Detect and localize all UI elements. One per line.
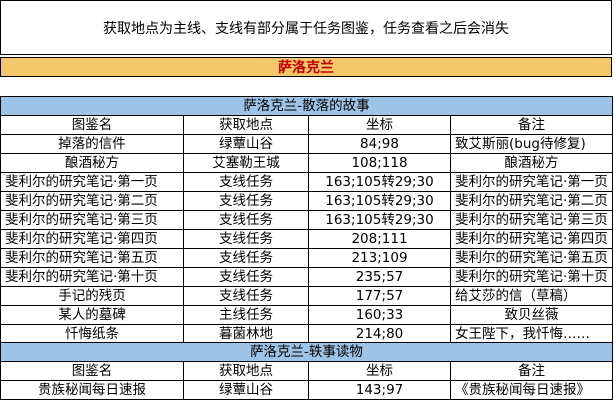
entry-name: 手记的残页	[0, 286, 184, 306]
entry-location: 支线任务	[183, 210, 309, 230]
note-header: 备注	[450, 115, 613, 135]
entry-coordinate: 163;105转29;30	[308, 191, 451, 211]
table-row: 斐利尔的研究笔记·第一页 支线任务 163;105转29;30 斐利尔的研究笔记·第一…	[0, 172, 613, 192]
scattered-stories-table: 萨洛克兰-散落的故事 图鉴名 获取地点 坐标 备注 掉落的信件 绿蕈山谷 84;98 致艾斯丽(…	[0, 96, 613, 344]
table-row: 斐利尔的研究笔记·第四页 支线任务 208;111 斐利尔的研究笔记·第四页	[0, 229, 613, 249]
anecdote-reading-title-row: 萨洛克兰-轶事读物	[0, 342, 613, 362]
entry-note: 女王陛下，我忏悔……	[450, 324, 613, 344]
entry-note: 斐利尔的研究笔记·第四页	[450, 229, 613, 249]
table-row: 酿酒秘方 艾塞勒王城 108;118 酿酒秘方	[0, 153, 613, 173]
entry-coordinate: 84;98	[308, 134, 451, 154]
entry-name: 酿酒秘方	[0, 153, 184, 173]
table-row: 贵族秘闻每日速报 绿蕈山谷 143;97 《贵族秘闻每日速报》	[0, 380, 613, 400]
table-row: 某人的墓碑 主线任务 160;33 致贝丝薇	[0, 305, 613, 325]
entry-coordinate: 235;57	[308, 267, 451, 287]
name-header: 图鉴名	[0, 361, 184, 381]
table-row: 斐利尔的研究笔记·第三页 支线任务 163;105转29;30 斐利尔的研究笔记·第三…	[0, 210, 613, 230]
table-row: 忏悔纸条 暮菌林地 214;80 女王陛下，我忏悔……	[0, 324, 613, 344]
entry-note: 致艾斯丽(bug待修复)	[450, 134, 613, 154]
entry-coordinate: 214;80	[308, 324, 451, 344]
entry-note: 斐利尔的研究笔记·第一页	[450, 172, 613, 192]
region-title: 萨洛克兰	[0, 57, 612, 77]
table-row: 斐利尔的研究笔记·第十页 支线任务 235;57 斐利尔的研究笔记·第十页	[0, 267, 613, 287]
scattered-stories-title-row: 萨洛克兰-散落的故事	[0, 96, 613, 116]
entry-coordinate: 143;97	[308, 380, 451, 400]
entry-location: 支线任务	[183, 286, 309, 306]
table-row: 手记的残页 支线任务 177;57 给艾莎的信（草稿）	[0, 286, 613, 306]
entry-note: 斐利尔的研究笔记·第三页	[450, 210, 613, 230]
entry-coordinate: 163;105转29;30	[308, 172, 451, 192]
table-row: 斐利尔的研究笔记·第二页 支线任务 163;105转29;30 斐利尔的研究笔记·第二…	[0, 191, 613, 211]
entry-note: 斐利尔的研究笔记·第十页	[450, 267, 613, 287]
entry-name: 忏悔纸条	[0, 324, 184, 344]
note-header: 备注	[450, 361, 613, 381]
entry-note: 酿酒秘方	[450, 153, 613, 173]
entry-note: 《贵族秘闻每日速报》	[450, 380, 613, 400]
entry-coordinate: 108;118	[308, 153, 451, 173]
entry-note: 斐利尔的研究笔记·第五页	[450, 248, 613, 268]
column-header-row: 图鉴名 获取地点 坐标 备注	[0, 115, 613, 135]
entry-location: 艾塞勒王城	[183, 153, 309, 173]
info-note: 获取地点为主线、支线有部分属于任务图鉴，任务查看之后会消失	[0, 0, 612, 55]
entry-coordinate: 177;57	[308, 286, 451, 306]
entry-location: 绿蕈山谷	[183, 380, 309, 400]
entry-name: 斐利尔的研究笔记·第二页	[0, 191, 184, 211]
entry-coordinate: 213;109	[308, 248, 451, 268]
entry-name: 斐利尔的研究笔记·第十页	[0, 267, 184, 287]
entry-note: 给艾莎的信（草稿）	[450, 286, 613, 306]
entry-name: 斐利尔的研究笔记·第三页	[0, 210, 184, 230]
entry-location: 支线任务	[183, 229, 309, 249]
entry-name: 掉落的信件	[0, 134, 184, 154]
entry-note: 斐利尔的研究笔记·第二页	[450, 191, 613, 211]
table-row: 掉落的信件 绿蕈山谷 84;98 致艾斯丽(bug待修复)	[0, 134, 613, 154]
entry-coordinate: 208;111	[308, 229, 451, 249]
location-header: 获取地点	[183, 115, 309, 135]
section-title: 萨洛克兰-散落的故事	[0, 96, 613, 116]
entry-location: 暮菌林地	[183, 324, 309, 344]
entry-note: 致贝丝薇	[450, 305, 613, 325]
entry-location: 支线任务	[183, 267, 309, 287]
entry-name: 贵族秘闻每日速报	[0, 380, 184, 400]
anecdote-reading-table: 萨洛克兰-轶事读物 图鉴名 获取地点 坐标 备注 贵族秘闻每日速报 绿蕈山谷 143;97 《贵…	[0, 342, 613, 400]
entry-name: 斐利尔的研究笔记·第五页	[0, 248, 184, 268]
entry-coordinate: 163;105转29;30	[308, 210, 451, 230]
entry-name: 斐利尔的研究笔记·第四页	[0, 229, 184, 249]
entry-name: 斐利尔的研究笔记·第一页	[0, 172, 184, 192]
entry-coordinate: 160;33	[308, 305, 451, 325]
column-header-row: 图鉴名 获取地点 坐标 备注	[0, 361, 613, 381]
section-title: 萨洛克兰-轶事读物	[0, 342, 613, 362]
entry-name: 某人的墓碑	[0, 305, 184, 325]
table-row: 斐利尔的研究笔记·第五页 支线任务 213;109 斐利尔的研究笔记·第五页	[0, 248, 613, 268]
coord-header: 坐标	[308, 115, 451, 135]
entry-location: 绿蕈山谷	[183, 134, 309, 154]
entry-location: 支线任务	[183, 191, 309, 211]
entry-location: 主线任务	[183, 305, 309, 325]
entry-location: 支线任务	[183, 172, 309, 192]
entry-location: 支线任务	[183, 248, 309, 268]
name-header: 图鉴名	[0, 115, 184, 135]
coord-header: 坐标	[308, 361, 451, 381]
location-header: 获取地点	[183, 361, 309, 381]
